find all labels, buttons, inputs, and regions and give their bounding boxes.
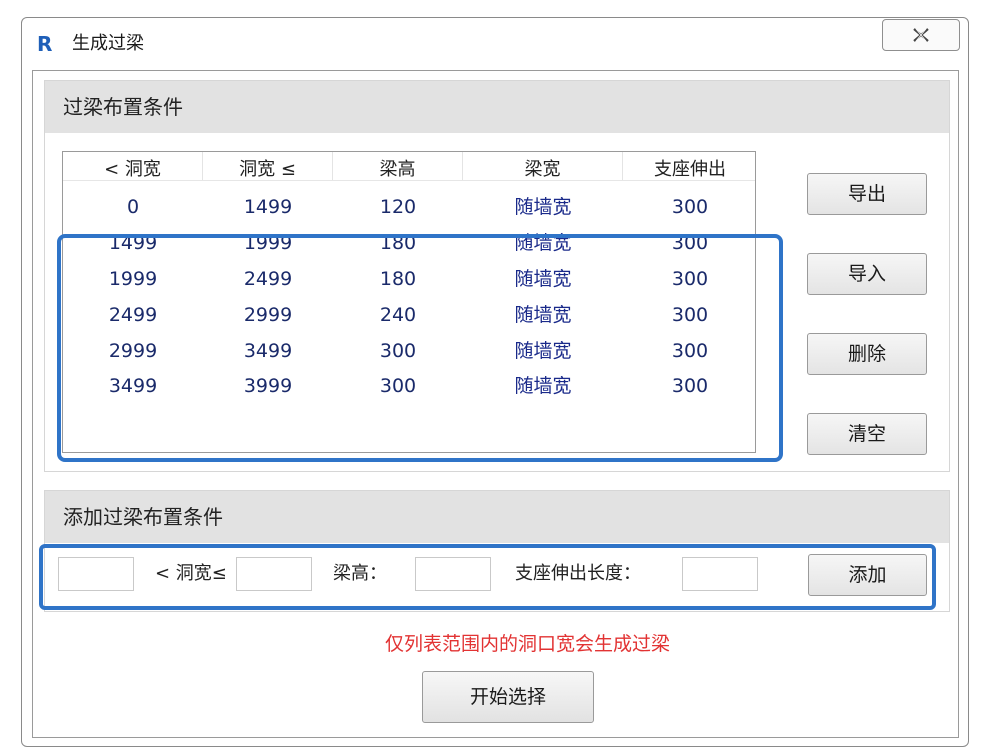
- window-title: 生成过梁: [72, 33, 144, 54]
- table-row[interactable]: 2999 3499 300 随墙宽 300: [63, 333, 755, 369]
- table-row[interactable]: 1499 1999 180 随墙宽 300: [63, 225, 755, 261]
- cell-max-width: 3499: [243, 340, 293, 362]
- import-button[interactable]: 导入: [807, 253, 927, 295]
- beam-height-label: 梁高：: [333, 563, 387, 584]
- table-row[interactable]: 2499 2999 240 随墙宽 300: [63, 297, 755, 333]
- clear-button[interactable]: 清空: [807, 413, 927, 455]
- close-icon: [913, 28, 929, 42]
- cell-min-width: 2499: [108, 304, 158, 326]
- dialog-window: R 生成过梁 过梁布置条件 < 洞宽 洞宽 ≤ 梁高 梁宽 支座伸出 0 149…: [21, 17, 969, 747]
- add-condition-group: 添加过梁布置条件 < 洞宽≤ 梁高： 支座伸出长度： 添加: [44, 490, 950, 612]
- table-row[interactable]: 0 1499 120 随墙宽 300: [63, 189, 755, 225]
- column-header-beam-width[interactable]: 梁宽: [463, 152, 623, 180]
- add-condition-row: < 洞宽≤ 梁高： 支座伸出长度： 添加: [45, 543, 951, 613]
- cell-max-width: 2999: [243, 304, 293, 326]
- column-header-max-width[interactable]: 洞宽 ≤: [203, 152, 333, 180]
- cell-min-width: 0: [126, 196, 140, 218]
- cell-min-width: 1999: [108, 268, 158, 290]
- support-length-label: 支座伸出长度：: [515, 563, 641, 584]
- cell-beam-width: 随墙宽: [514, 232, 572, 254]
- cell-beam-width: 随墙宽: [514, 375, 572, 397]
- cell-support-length: 300: [671, 340, 709, 362]
- cell-support-length: 300: [671, 304, 709, 326]
- table-header: < 洞宽 洞宽 ≤ 梁高 梁宽 支座伸出: [63, 152, 755, 181]
- cell-beam-height: 240: [379, 304, 417, 326]
- cell-beam-width: 随墙宽: [514, 304, 572, 326]
- title-bar[interactable]: R 生成过梁: [22, 18, 968, 68]
- beam-conditions-header: 过梁布置条件: [45, 81, 949, 133]
- max-width-input[interactable]: [236, 557, 312, 591]
- close-button[interactable]: [882, 19, 960, 51]
- cell-support-length: 300: [671, 375, 709, 397]
- beam-conditions-group: 过梁布置条件 < 洞宽 洞宽 ≤ 梁高 梁宽 支座伸出 0 1499 120 随…: [44, 80, 950, 472]
- min-width-input[interactable]: [58, 557, 134, 591]
- cell-support-length: 300: [671, 268, 709, 290]
- add-button[interactable]: 添加: [808, 554, 927, 596]
- range-note: 仅列表范围内的洞口宽会生成过梁: [384, 633, 670, 655]
- table-row[interactable]: 1999 2499 180 随墙宽 300: [63, 261, 755, 297]
- cell-support-length: 300: [671, 196, 709, 218]
- add-condition-header: 添加过梁布置条件: [45, 491, 949, 543]
- cell-beam-width: 随墙宽: [514, 268, 572, 290]
- support-length-input[interactable]: [682, 557, 758, 591]
- cell-beam-height: 300: [379, 340, 417, 362]
- cell-beam-height: 120: [379, 196, 417, 218]
- cell-beam-height: 300: [379, 375, 417, 397]
- start-selection-button[interactable]: 开始选择: [422, 671, 594, 723]
- delete-button[interactable]: 删除: [807, 333, 927, 375]
- column-header-beam-height[interactable]: 梁高: [333, 152, 463, 180]
- column-header-support-length[interactable]: 支座伸出: [623, 152, 755, 180]
- cell-support-length: 300: [671, 232, 709, 254]
- beam-height-input[interactable]: [415, 557, 491, 591]
- dialog-client-area: 过梁布置条件 < 洞宽 洞宽 ≤ 梁高 梁宽 支座伸出 0 1499 120 随…: [32, 70, 959, 738]
- table-row[interactable]: 3499 3999 300 随墙宽 300: [63, 368, 755, 404]
- column-header-min-width[interactable]: < 洞宽: [63, 152, 203, 180]
- cell-max-width: 1499: [243, 196, 293, 218]
- conditions-table[interactable]: < 洞宽 洞宽 ≤ 梁高 梁宽 支座伸出 0 1499 120 随墙宽 300 …: [62, 151, 756, 453]
- cell-beam-height: 180: [379, 268, 417, 290]
- cell-max-width: 1999: [243, 232, 293, 254]
- width-range-label: < 洞宽≤: [155, 563, 227, 584]
- cell-min-width: 1499: [108, 232, 158, 254]
- cell-min-width: 2999: [108, 340, 158, 362]
- cell-beam-width: 随墙宽: [514, 196, 572, 218]
- export-button[interactable]: 导出: [807, 173, 927, 215]
- cell-beam-height: 180: [379, 232, 417, 254]
- revit-app-icon: R: [37, 32, 53, 56]
- cell-beam-width: 随墙宽: [514, 340, 572, 362]
- cell-max-width: 3999: [243, 375, 293, 397]
- cell-min-width: 3499: [108, 375, 158, 397]
- cell-max-width: 2499: [243, 268, 293, 290]
